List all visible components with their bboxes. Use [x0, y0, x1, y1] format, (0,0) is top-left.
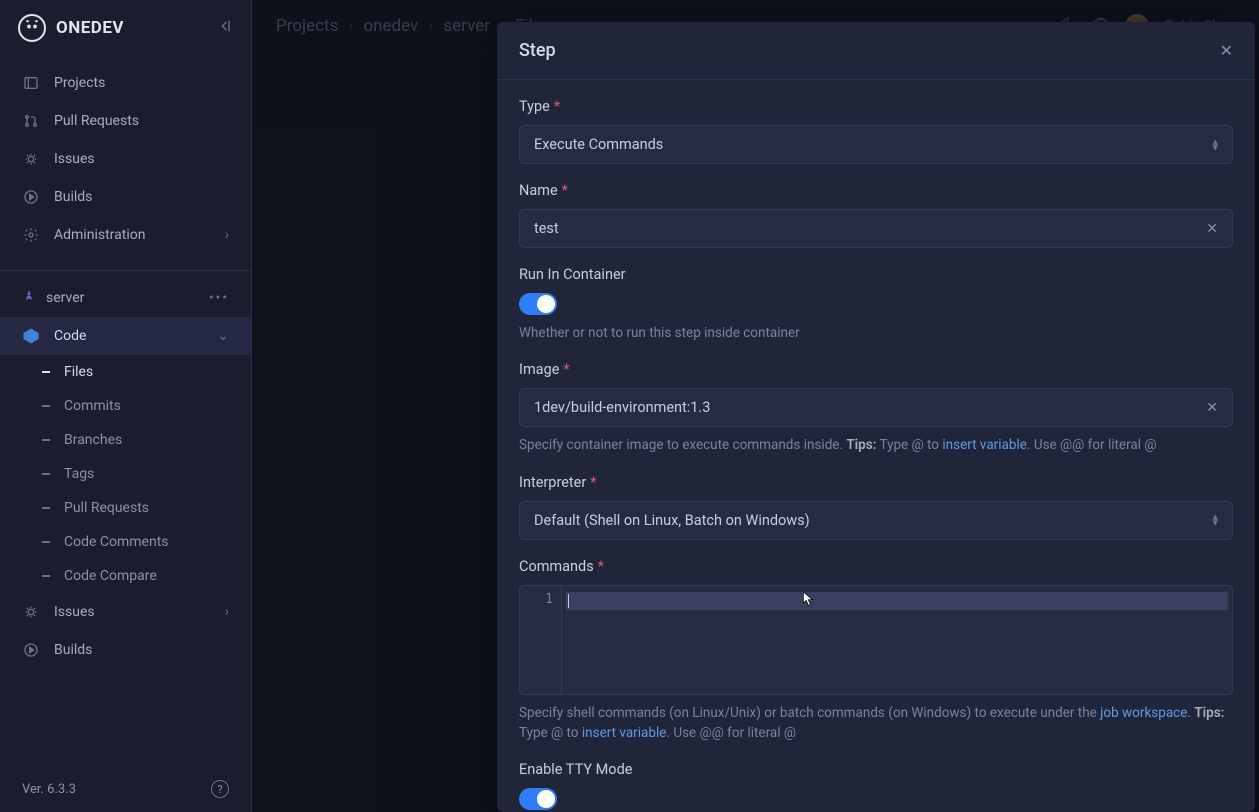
name-input-wrap: ✕ — [519, 209, 1233, 248]
project-nav-builds[interactable]: Builds — [0, 631, 251, 669]
field-image: Image* ✕ Specify container image to exec… — [519, 361, 1233, 455]
pull-request-icon — [22, 112, 40, 130]
sub-nav-tags[interactable]: Tags — [0, 457, 251, 491]
chevron-down-icon: ⌄ — [217, 328, 229, 344]
nav-projects[interactable]: Projects — [0, 64, 251, 102]
sub-nav-code-compare[interactable]: Code Compare — [0, 559, 251, 593]
select-value: Execute Commands — [534, 136, 663, 153]
nav-issues[interactable]: Issues — [0, 140, 251, 178]
clear-icon[interactable]: ✕ — [1206, 221, 1218, 237]
sub-label: Tags — [64, 466, 94, 482]
field-type: Type* Execute Commands ▴▾ — [519, 98, 1233, 164]
sidebar-collapse-icon[interactable] — [217, 18, 233, 38]
chevron-right-icon: › — [225, 227, 229, 243]
app-name: ONEDEV — [56, 18, 124, 38]
field-name: Name* ✕ — [519, 182, 1233, 248]
rocket-icon — [22, 289, 36, 307]
commands-editor[interactable]: 1 — [519, 585, 1233, 695]
modal-title: Step — [519, 40, 556, 61]
sidebar: ONEDEV Projects Pull Requests Issues Bui… — [0, 0, 252, 812]
field-interpreter: Interpreter* Default (Shell on Linux, Ba… — [519, 474, 1233, 540]
logo-row: ONEDEV — [0, 0, 251, 56]
nav-label: Code — [54, 328, 86, 344]
nav-pull-requests[interactable]: Pull Requests — [0, 102, 251, 140]
chevron-right-icon: › — [225, 604, 229, 620]
help-icon[interactable]: ? — [211, 780, 229, 798]
nav-builds[interactable]: Builds — [0, 178, 251, 216]
commands-hint: Specify shell commands (on Linux/Unix) o… — [519, 703, 1233, 744]
sub-label: Commits — [64, 398, 121, 414]
sub-nav-branches[interactable]: Branches — [0, 423, 251, 457]
insert-variable-link[interactable]: insert variable — [582, 725, 667, 741]
label-text: Commands — [519, 558, 594, 575]
image-input-wrap: ✕ — [519, 388, 1233, 427]
editor-area[interactable] — [562, 586, 1232, 694]
project-header[interactable]: server ••• — [0, 279, 251, 317]
select-caret-icon: ▴▾ — [1212, 514, 1218, 526]
hint-text: Whether or not to run this step inside c… — [519, 323, 1233, 343]
insert-variable-link[interactable]: insert variable — [942, 437, 1027, 453]
nav-label: Builds — [54, 189, 92, 205]
bug-icon — [22, 150, 40, 168]
name-input[interactable] — [534, 220, 1206, 237]
step-modal: Step ✕ Type* Execute Commands ▴▾ Name* — [497, 22, 1255, 812]
tty-toggle[interactable] — [519, 788, 557, 810]
play-icon — [22, 641, 40, 659]
project-name: server — [46, 290, 84, 306]
select-caret-icon: ▴▾ — [1212, 139, 1218, 151]
project-nav-issues[interactable]: Issues › — [0, 593, 251, 631]
nav-administration[interactable]: Administration › — [0, 216, 251, 254]
job-workspace-link[interactable]: job workspace — [1100, 705, 1187, 721]
nav-label: Issues — [54, 604, 95, 620]
modal-header: Step ✕ — [497, 22, 1255, 80]
more-icon[interactable]: ••• — [209, 290, 229, 306]
nav-code[interactable]: Code ⌄ — [0, 317, 251, 355]
bug-icon — [22, 603, 40, 621]
projects-icon — [22, 74, 40, 92]
close-icon[interactable]: ✕ — [1220, 41, 1233, 60]
code-icon — [22, 327, 40, 345]
nav-label: Builds — [54, 642, 92, 658]
label-text: Type — [519, 98, 550, 115]
label-text: Run In Container — [519, 266, 626, 283]
play-icon — [22, 188, 40, 206]
sub-label: Code Compare — [64, 568, 157, 584]
nav-label: Pull Requests — [54, 113, 139, 129]
label-text: Enable TTY Mode — [519, 761, 632, 778]
onedev-logo-icon — [18, 14, 46, 42]
clear-icon[interactable]: ✕ — [1206, 400, 1218, 416]
field-tty: Enable TTY Mode Many commands print outp… — [519, 761, 1233, 812]
version-row: Ver. 6.3.3 ? — [0, 766, 251, 812]
sub-label: Code Comments — [64, 534, 169, 550]
type-select[interactable]: Execute Commands ▴▾ — [519, 125, 1233, 164]
run-in-container-toggle[interactable] — [519, 293, 557, 315]
field-commands: Commands* 1 Specify shell commands (on L… — [519, 558, 1233, 744]
nav-label: Administration — [54, 227, 145, 243]
label-text: Interpreter — [519, 474, 586, 491]
main: Projects › onedev › server › Files Robin… — [252, 0, 1259, 812]
nav-label: Issues — [54, 151, 95, 167]
sub-label: Branches — [64, 432, 122, 448]
field-run-in-container: Run In Container Whether or not to run t… — [519, 266, 1233, 343]
image-hint: Specify container image to execute comma… — [519, 435, 1233, 455]
sub-label: Pull Requests — [64, 500, 149, 516]
version-text: Ver. 6.3.3 — [22, 782, 76, 797]
interpreter-select[interactable]: Default (Shell on Linux, Batch on Window… — [519, 501, 1233, 540]
sub-nav-files[interactable]: Files — [0, 355, 251, 389]
sub-nav-commits[interactable]: Commits — [0, 389, 251, 423]
sub-nav-code-comments[interactable]: Code Comments — [0, 525, 251, 559]
gear-icon — [22, 226, 40, 244]
image-input[interactable] — [534, 399, 1206, 416]
label-text: Image — [519, 361, 559, 378]
sub-nav-pull-requests[interactable]: Pull Requests — [0, 491, 251, 525]
select-value: Default (Shell on Linux, Batch on Window… — [534, 512, 810, 529]
editor-gutter: 1 — [520, 586, 562, 694]
sub-label: Files — [64, 364, 93, 380]
label-text: Name — [519, 182, 558, 199]
nav-label: Projects — [54, 75, 105, 91]
